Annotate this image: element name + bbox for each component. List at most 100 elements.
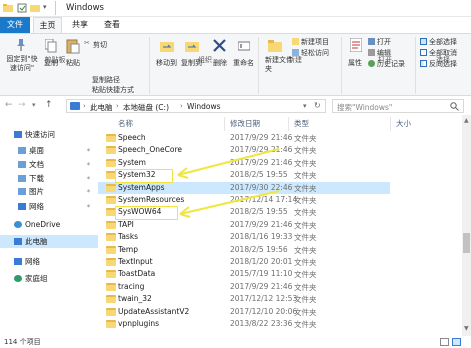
tab-file[interactable]: 文件 <box>0 17 30 33</box>
new-folder-icon <box>268 40 282 52</box>
refresh-icon[interactable]: ↻ <box>314 101 321 110</box>
file-date: 2018/2/5 19:56 <box>230 244 288 254</box>
address-bar: ← → ▾ ↑ › 此电脑 › 本地磁盘 (C:) › Windows ▾ ↻ … <box>0 97 471 115</box>
open-button[interactable]: 打开 <box>377 37 391 47</box>
nav-item[interactable]: 下载 ✶ <box>0 172 98 185</box>
breadcrumb-local-disk[interactable]: 本地磁盘 (C:) <box>123 102 169 113</box>
file-date: 2015/7/19 11:10 <box>230 269 293 279</box>
nav-item[interactable]: 网络 ✶ <box>0 200 98 213</box>
back-arrow-icon[interactable]: ← <box>5 100 13 110</box>
scroll-up-arrow-icon[interactable]: ▲ <box>464 117 469 124</box>
search-input[interactable]: 搜索"Windows" <box>332 99 464 113</box>
properties-button[interactable]: 属性 <box>348 58 362 68</box>
table-row[interactable]: vpnplugins 2013/8/22 23:36 文件夹 <box>98 318 390 330</box>
table-row[interactable]: twain_32 2017/12/12 12:53 文件夹 <box>98 293 390 305</box>
copy-path-button[interactable]: 复制路径 <box>92 75 120 85</box>
column-header-type[interactable]: 类型 <box>294 118 309 130</box>
folder-icon <box>106 320 116 328</box>
quick-access-dropdown-icon[interactable]: ▾ <box>43 3 47 11</box>
nav-item[interactable]: 文档 ✶ <box>0 158 98 171</box>
pin-icon: ✶ <box>86 175 92 182</box>
divider <box>288 117 289 131</box>
open-icon <box>368 38 375 45</box>
new-item-button[interactable]: 新建项目 <box>301 37 329 47</box>
file-date: 2017/9/29 21:46 <box>230 281 293 291</box>
group-organize-label: 组织 <box>198 56 212 64</box>
column-header-name[interactable]: 名称 <box>118 118 133 130</box>
file-name: TextInput <box>118 257 153 266</box>
file-name: ToastData <box>118 269 156 279</box>
table-row[interactable]: UpdateAssistantV2 2017/12/10 20:06 文件夹 <box>98 306 390 318</box>
nav-item[interactable]: 此电脑 <box>0 235 98 248</box>
up-arrow-icon[interactable]: ↑ <box>45 100 53 110</box>
folder-icon <box>106 220 116 229</box>
address-field[interactable]: › 此电脑 › 本地磁盘 (C:) › Windows ▾ ↻ <box>66 99 326 113</box>
details-view-icon[interactable] <box>440 338 449 346</box>
nav-item[interactable]: 家庭组 <box>0 272 98 285</box>
file-type: 文件夹 <box>294 245 317 255</box>
table-row[interactable]: ToastData 2015/7/19 11:10 文件夹 <box>98 268 390 280</box>
file-name: TAPI <box>118 219 134 229</box>
pin-icon: ✶ <box>86 161 92 168</box>
file-type: 文件夹 <box>294 258 317 267</box>
scroll-down-arrow-icon[interactable]: ▼ <box>464 325 469 332</box>
computer-icon <box>14 238 22 245</box>
nav-item-label: 文档 <box>29 160 44 169</box>
column-header-date[interactable]: 修改日期 <box>230 118 260 130</box>
chevron-down-icon[interactable]: ▾ <box>303 102 307 110</box>
breadcrumb-this-pc[interactable]: 此电脑 <box>90 102 113 113</box>
group-clipboard-label: 剪贴板 <box>44 56 66 64</box>
divider <box>258 37 259 94</box>
nav-item-label: 下载 <box>29 174 44 183</box>
computer-icon <box>70 102 80 110</box>
pin-icon: ✶ <box>86 203 92 210</box>
cut-button[interactable]: 剪切 <box>93 40 107 50</box>
new-folder-icon[interactable] <box>30 3 40 13</box>
file-name: SystemApps <box>118 182 165 192</box>
tab-view[interactable]: 查看 <box>98 17 126 33</box>
tab-share[interactable]: 共享 <box>66 17 94 33</box>
table-row[interactable]: Temp 2018/2/5 19:56 文件夹 <box>98 244 390 256</box>
nav-item[interactable]: 桌面 ✶ <box>0 144 98 157</box>
nav-item[interactable]: 快速访问 <box>0 128 98 141</box>
folder-icon <box>106 270 116 279</box>
column-header-size[interactable]: 大小 <box>396 118 411 130</box>
nav-item[interactable]: 图片 ✶ <box>0 185 98 198</box>
nav-item[interactable]: OneDrive <box>0 218 98 231</box>
rename-button[interactable]: 重命名 <box>233 58 254 68</box>
homegroup-icon <box>14 275 22 282</box>
file-type: 文件夹 <box>294 183 317 193</box>
tab-home[interactable]: 主页 <box>33 17 62 33</box>
nav-item-label: 图片 <box>29 187 44 196</box>
item-count: 114 个项目 <box>4 338 41 346</box>
nav-item[interactable]: 网络 <box>0 255 98 268</box>
file-date: 2017/12/12 12:53 <box>230 294 298 304</box>
file-name: twain_32 <box>118 294 152 304</box>
move-to-button[interactable]: 移动到 <box>156 58 177 68</box>
properties-icon[interactable] <box>17 3 27 13</box>
divider <box>341 37 342 94</box>
table-row[interactable]: tracing 2017/9/29 21:46 文件夹 <box>98 281 390 293</box>
file-type: 文件夹 <box>294 320 317 329</box>
forward-arrow-icon[interactable]: → <box>18 100 26 110</box>
scroll-thumb[interactable] <box>463 233 470 253</box>
copy-icon <box>45 39 57 53</box>
search-placeholder: 搜索"Windows" <box>337 103 393 112</box>
divider <box>55 1 56 15</box>
paste-shortcut-button[interactable]: 粘贴快捷方式 <box>92 85 134 95</box>
annotation-arrows <box>177 148 280 218</box>
table-row[interactable]: TextInput 2018/1/20 20:01 文件夹 <box>98 256 390 268</box>
download-icon <box>18 175 26 182</box>
recent-dropdown-icon[interactable]: ▾ <box>32 101 36 109</box>
table-row[interactable]: Speech 2017/9/29 21:46 文件夹 <box>98 132 390 144</box>
vertical-scrollbar[interactable]: ▲ ▼ <box>462 115 471 336</box>
table-row[interactable]: Tasks 2018/1/16 19:33 文件夹 <box>98 231 390 243</box>
group-select-label: 选择 <box>436 56 450 64</box>
select-all-button[interactable]: 全部选择 <box>429 37 457 47</box>
select-all-icon <box>420 38 427 45</box>
file-type: 文件夹 <box>294 171 317 181</box>
file-type: 文件夹 <box>294 158 317 168</box>
folder-icon <box>106 307 116 316</box>
large-icons-view-icon[interactable] <box>452 338 461 346</box>
breadcrumb-windows[interactable]: Windows <box>187 102 220 111</box>
